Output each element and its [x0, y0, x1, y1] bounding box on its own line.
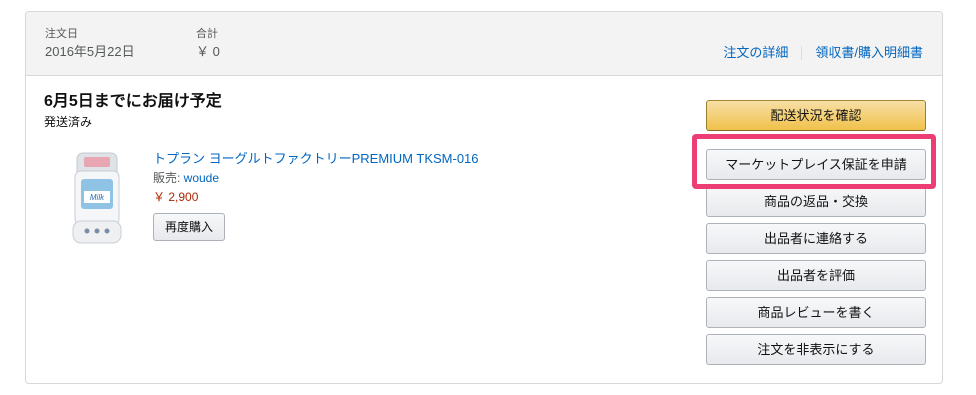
write-review-button[interactable]: 商品レビューを書く — [706, 297, 926, 328]
track-package-button[interactable]: 配送状況を確認 — [706, 100, 926, 131]
receipt-link[interactable]: 領収書/購入明細書 — [815, 44, 923, 61]
milk-carton-label: Milk — [90, 193, 105, 202]
seller-link[interactable]: woude — [184, 171, 219, 185]
order-total-label: 合計 — [196, 28, 218, 40]
product-title-link[interactable]: トプラン ヨーグルトファクトリーPREMIUM TKSM-016 — [153, 150, 479, 167]
highlight-box — [692, 134, 936, 189]
hide-order-button[interactable]: 注文を非表示にする — [706, 334, 926, 365]
delivery-estimate-title: 6月5日までにお届け予定 — [44, 93, 222, 110]
order-date: 注文日 2016年5月22日 — [45, 27, 135, 60]
order-total-value: ￥ 0 — [196, 44, 220, 59]
seller-label: 販売: — [153, 171, 184, 185]
contact-seller-button[interactable]: 出品者に連絡する — [706, 223, 926, 254]
order-total: 合計 ￥ 0 — [196, 27, 220, 60]
return-exchange-button[interactable]: 商品の返品・交換 — [706, 186, 926, 217]
order-date-label: 注文日 — [45, 28, 78, 40]
item-price: ￥ 2,900 — [153, 190, 199, 204]
order-details-link[interactable]: 注文の詳細 — [723, 44, 788, 61]
buy-again-button[interactable]: 再度購入 — [153, 213, 226, 241]
order-date-value: 2016年5月22日 — [45, 44, 135, 59]
order-card: 注文日 2016年5月22日 合計 ￥ 0 注文の詳細 領収書/購入明細書 6月… — [25, 11, 943, 384]
seller-info: 販売: woude — [153, 170, 219, 186]
rate-seller-button[interactable]: 出品者を評価 — [706, 260, 926, 291]
shipment-status: 発送済み — [44, 115, 93, 129]
order-header-links: 注文の詳細 領収書/購入明細書 — [723, 44, 923, 61]
link-divider — [801, 45, 803, 60]
yogurt-maker-product-icon[interactable]: Milk — [70, 151, 124, 247]
order-header: 注文日 2016年5月22日 合計 ￥ 0 注文の詳細 領収書/購入明細書 — [26, 12, 942, 76]
